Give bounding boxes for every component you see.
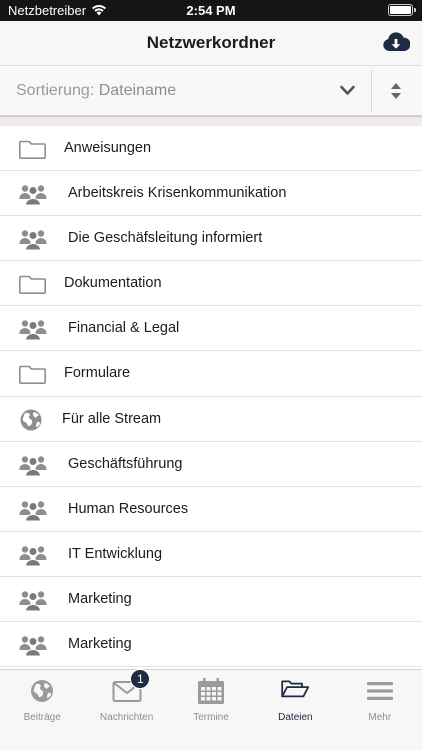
globe-icon <box>18 407 48 433</box>
tab-dateien[interactable]: Dateien <box>253 670 337 730</box>
tab-nachrichten[interactable]: Nachrichten 1 <box>84 669 168 730</box>
list-item[interactable]: Marketing <box>0 622 422 668</box>
sort-dropdown[interactable]: Sortierung: Dateiname <box>16 82 176 100</box>
list-item-label: Anweisungen <box>64 140 152 156</box>
list-item-label: Für alle Stream <box>62 410 162 427</box>
list-item[interactable]: IT Entwicklung <box>0 532 422 577</box>
sort-divider <box>371 70 372 112</box>
tab-label: Beiträge <box>23 712 61 723</box>
clock: 2:54 PM <box>186 3 236 18</box>
users-icon <box>18 587 48 613</box>
list-item-label: IT Entwicklung <box>68 545 163 562</box>
folder-list: Anweisungen Arbeitskreis Krisenkommunikat… <box>0 126 422 668</box>
list-item-label: Arbeitskreis Krisenkommunikation <box>68 185 287 202</box>
menu-icon <box>365 677 395 705</box>
list-item-label: Financial & Legal <box>68 320 180 337</box>
calendar-icon <box>196 677 226 705</box>
list-item-label: Die Geschäfsleitung informiert <box>68 230 263 247</box>
navigation-bar: Netzwerkordner <box>0 21 422 66</box>
tab-label: Nachrichten <box>99 712 154 723</box>
list-item[interactable]: Financial & Legal <box>0 306 422 352</box>
list-item[interactable]: Die Geschäfsleitung informiert <box>0 216 422 262</box>
sort-value: Dateiname <box>98 82 177 99</box>
list-separator-band <box>0 116 422 126</box>
tab-mehr[interactable]: Mehr <box>338 670 422 730</box>
sort-order-icon[interactable] <box>390 82 402 100</box>
list-item-label: Human Resources <box>68 500 189 517</box>
users-icon <box>18 316 48 342</box>
list-item[interactable]: Geschäftsführung <box>0 442 422 487</box>
folder-icon <box>18 361 48 387</box>
list-item-label: Marketing <box>68 636 132 653</box>
tab-beitr-ge[interactable]: Beiträge <box>0 670 84 730</box>
users-icon <box>18 452 48 478</box>
tab-label: Termine <box>193 712 229 723</box>
list-item-label: Dokumentation <box>64 275 162 292</box>
status-bar: Netzbetreiber 2:54 PM <box>0 0 422 21</box>
cloud-download-icon[interactable] <box>382 31 410 53</box>
list-item-label: Marketing <box>68 590 132 607</box>
sort-label: Sortierung: <box>16 82 95 99</box>
list-item[interactable]: Dokumentation <box>0 261 422 307</box>
folder-icon <box>18 271 48 297</box>
list-item-label: Formulare <box>64 365 131 382</box>
page-title: Netzwerkordner <box>146 33 276 52</box>
folder-icon <box>18 136 48 162</box>
list-item[interactable]: Für alle Stream <box>0 397 422 442</box>
sort-bar: Sortierung: Dateiname <box>0 66 422 116</box>
unread-badge: 1 <box>130 669 151 689</box>
folder-open-icon <box>280 677 310 705</box>
list-item[interactable]: Arbeitskreis Krisenkommunikation <box>0 171 422 217</box>
list-item[interactable]: Anweisungen <box>0 126 422 172</box>
tab-termine[interactable]: Termine <box>169 670 253 730</box>
list-item-label: Geschäftsführung <box>68 455 183 472</box>
tab-label: Dateien <box>278 712 313 723</box>
users-icon <box>18 497 48 523</box>
users-icon <box>18 226 48 252</box>
list-item[interactable]: Human Resources <box>0 487 422 532</box>
list-item[interactable]: Marketing <box>0 577 422 623</box>
users-icon <box>18 181 48 207</box>
globe-icon <box>27 677 57 705</box>
chevron-down-icon[interactable] <box>340 85 355 96</box>
tab-label: Mehr <box>368 712 392 723</box>
users-icon <box>18 542 48 568</box>
tab-bar: Beiträge Nachrichten 1 Termine Dateien Mehr <box>0 669 422 750</box>
users-icon <box>18 632 48 658</box>
battery-icon <box>388 4 416 16</box>
list-item[interactable]: Formulare <box>0 351 422 397</box>
